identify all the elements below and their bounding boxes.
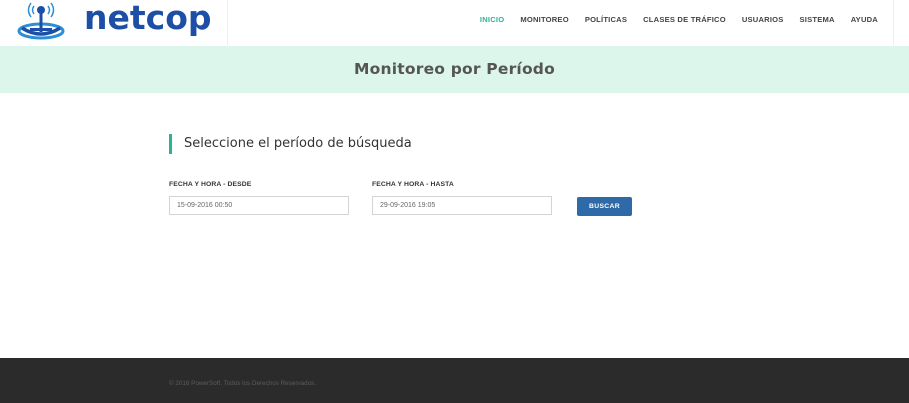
nav-item-politicas[interactable]: POLÍTICAS	[585, 15, 627, 24]
nav-item-monitoreo[interactable]: MONITOREO	[520, 15, 569, 24]
to-datetime-label: FECHA Y HORA - HASTA	[372, 181, 454, 188]
main-nav: INICIO MONITOREO POLÍTICAS CLASES DE TRÁ…	[464, 15, 878, 24]
nav-item-inicio[interactable]: INICIO	[480, 15, 504, 24]
page-title-bar: Monitoreo por Período	[0, 46, 909, 93]
footer: © 2016 PowerSoft. Todos los Derechos Res…	[0, 358, 909, 403]
antenna-logo-icon	[17, 2, 65, 40]
from-datetime-input[interactable]: 15-09-2016 00:50	[169, 196, 349, 215]
header-divider	[893, 0, 894, 45]
netcop-logo[interactable]: netcop	[14, 0, 214, 44]
page-title: Monitoreo por Período	[354, 60, 555, 78]
header: netcop INICIO MONITOREO POLÍTICAS CLASES…	[0, 0, 909, 45]
from-datetime-label: FECHA Y HORA - DESDE	[169, 181, 252, 188]
section-heading-text: Seleccione el período de búsqueda	[184, 136, 412, 151]
brand-name: netcop	[84, 0, 212, 37]
copyright-text: © 2016 PowerSoft. Todos los Derechos Res…	[169, 380, 316, 387]
to-datetime-input[interactable]: 29-09-2016 19:05	[372, 196, 552, 215]
nav-item-usuarios[interactable]: USUARIOS	[742, 15, 784, 24]
search-button[interactable]: BUSCAR	[577, 197, 632, 216]
nav-item-ayuda[interactable]: AYUDA	[851, 15, 878, 24]
header-divider	[227, 0, 228, 45]
section-heading: Seleccione el período de búsqueda	[169, 134, 412, 154]
nav-item-sistema[interactable]: SISTEMA	[800, 15, 835, 24]
nav-item-clases-de-trafico[interactable]: CLASES DE TRÁFICO	[643, 15, 726, 24]
